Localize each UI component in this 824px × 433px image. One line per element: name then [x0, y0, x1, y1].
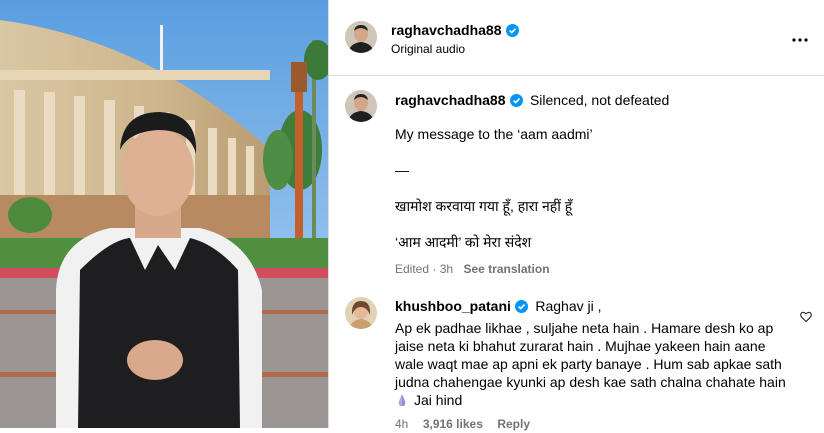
- comment-line: Jai hind: [395, 391, 786, 411]
- audio-link[interactable]: Original audio: [391, 42, 465, 56]
- verified-badge-icon: [514, 300, 528, 318]
- commenter-avatar[interactable]: [345, 297, 377, 329]
- header-user-line: raghavchadha88: [391, 22, 519, 42]
- caption-timestamp: Edited · 3h: [395, 262, 454, 276]
- commenter-username[interactable]: khushboo_patani: [395, 298, 511, 314]
- post-sidebar: raghavchadha88 Original audio raghavchad…: [329, 0, 824, 431]
- post-viewer: raghavchadha88 Original audio raghavchad…: [0, 0, 824, 431]
- comment-line: Ap ek padhae likhae , suljahe neta hain …: [395, 320, 774, 336]
- author-avatar[interactable]: [345, 21, 377, 53]
- caption-message: My message to the ‘aam aadmi’: [395, 126, 593, 142]
- heart-icon[interactable]: [800, 309, 812, 327]
- caption-username[interactable]: raghavchadha88: [395, 92, 506, 108]
- comment-meta: 4h 3,916 likes Reply: [395, 415, 530, 433]
- comment-line: jaise neta ki bhahut zurarat hain . Mujh…: [395, 338, 766, 354]
- video-frame-image: [0, 0, 328, 428]
- folded-hands-icon: [395, 393, 409, 411]
- caption-first-line: raghavchadha88 Silenced, not defeated: [395, 92, 669, 112]
- caption-meta: Edited · 3h See translation: [395, 260, 550, 278]
- comment-reply-button[interactable]: Reply: [497, 417, 530, 431]
- caption-hindi-line: खामोश करवाया गया हूँ, हारा नहीं हूँ: [395, 198, 573, 214]
- comment-line: wale waqt mae ap apni ek party banaye . …: [395, 356, 782, 372]
- reel-video[interactable]: [0, 0, 328, 428]
- caption-hindi-message: ‘आम आदमी’ को मेरा संदेश: [395, 234, 532, 250]
- post-header: raghavchadha88 Original audio: [329, 0, 824, 76]
- caption-title: Silenced, not defeated: [529, 92, 670, 108]
- comment-body: Ap ek padhae likhae , suljahe neta hain …: [395, 319, 786, 411]
- verified-badge-icon: [509, 94, 523, 112]
- caption-avatar[interactable]: [345, 90, 377, 122]
- comment-time: 4h: [395, 417, 409, 431]
- comment-closing: Jai hind: [414, 392, 463, 408]
- caption-dash: —: [395, 162, 409, 178]
- see-translation-link[interactable]: See translation: [464, 262, 550, 276]
- more-options-icon[interactable]: [792, 29, 808, 47]
- comment-first-line: khushboo_patani Raghav ji ,: [395, 298, 602, 318]
- comment-likes[interactable]: 3,916 likes: [423, 417, 483, 431]
- comment-line: judna chahengae kyunki ap desh kae sath …: [395, 374, 786, 390]
- author-username[interactable]: raghavchadha88: [391, 22, 502, 38]
- comment-salutation: Raghav ji ,: [535, 298, 602, 314]
- verified-badge-icon: [505, 24, 519, 42]
